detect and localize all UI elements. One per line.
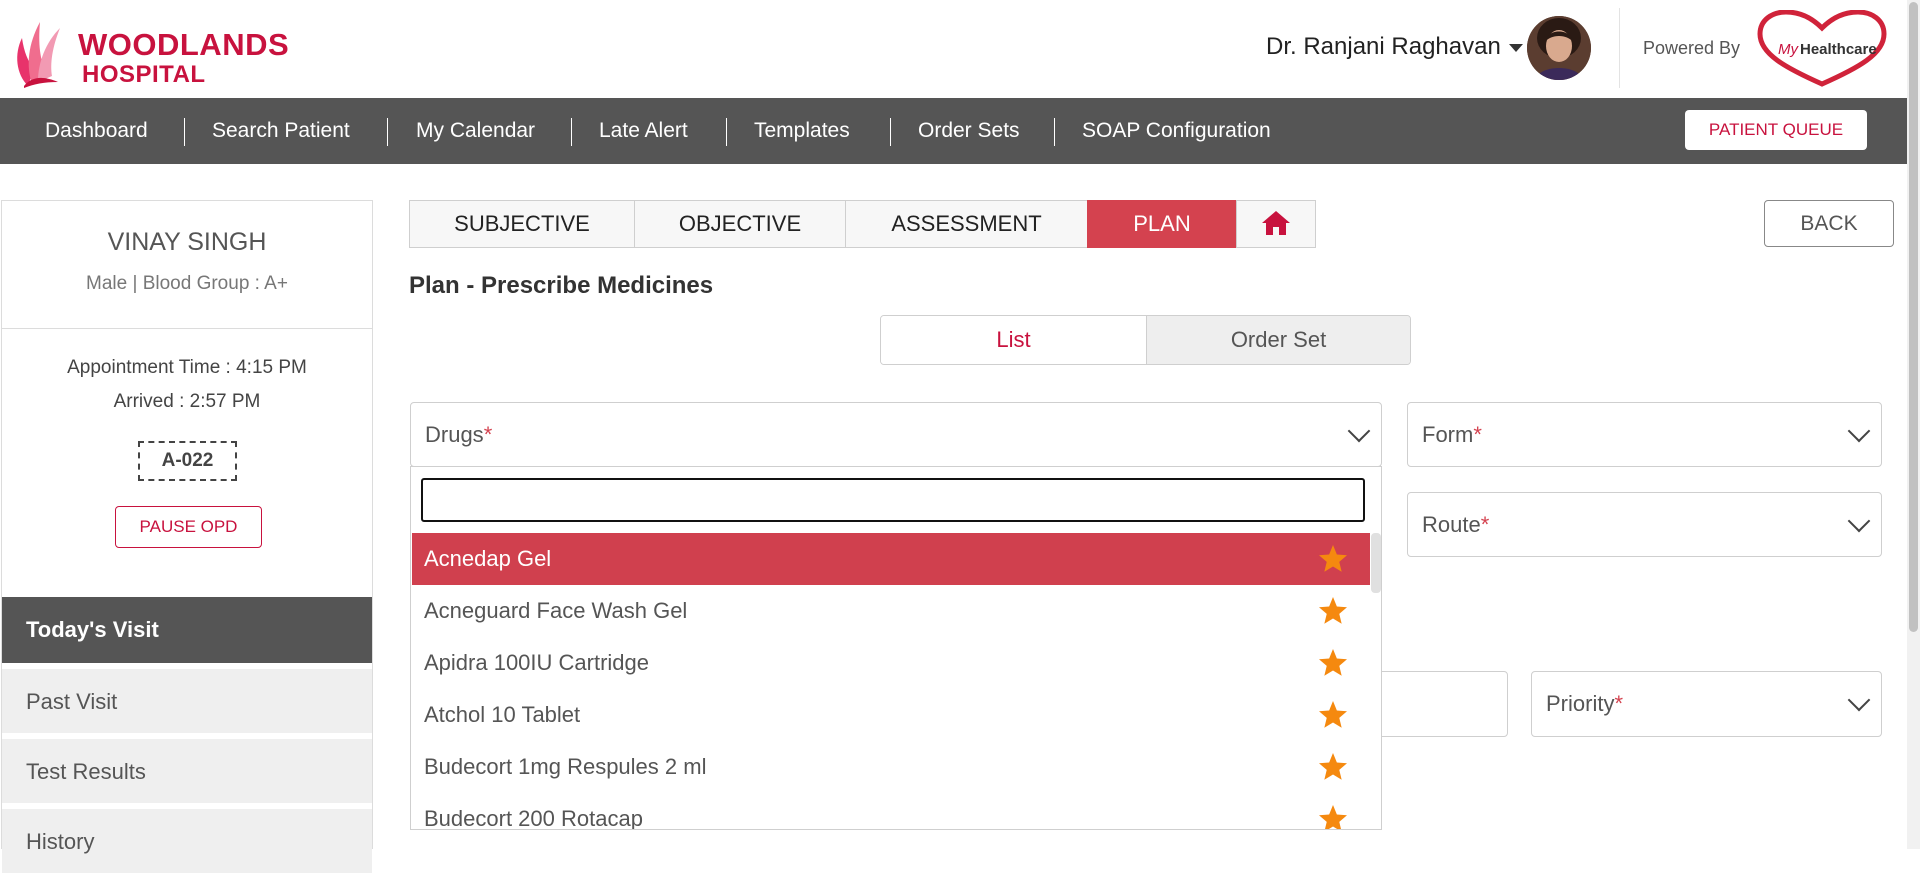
priority-label: Priority*	[1546, 691, 1623, 717]
tab-home[interactable]	[1236, 200, 1316, 248]
header-divider	[1619, 8, 1620, 88]
back-button[interactable]: BACK	[1764, 200, 1894, 247]
dropdown-item-budecort-rotacap[interactable]: Budecort 200 Rotacap	[412, 793, 1370, 830]
route-select[interactable]: Route*	[1407, 492, 1882, 557]
required-mark: *	[1480, 512, 1490, 537]
required-mark: *	[1614, 691, 1624, 716]
list-orderset-toggle: List Order Set	[880, 315, 1411, 365]
chevron-down-icon	[1847, 509, 1871, 533]
patient-panel: VINAY SINGH Male | Blood Group : A+ Appo…	[1, 200, 373, 873]
star-icon[interactable]	[1317, 595, 1349, 627]
dropdown-item-acneguard[interactable]: Acneguard Face Wash Gel	[412, 585, 1370, 637]
doctor-menu[interactable]: Dr. Ranjani Raghavan	[1266, 30, 1523, 64]
nav-separator	[387, 118, 388, 146]
dropdown-item-label: Budecort 200 Rotacap	[424, 806, 643, 830]
logo-line1: WOODLANDS	[78, 27, 290, 62]
patient-name: VINAY SINGH	[107, 228, 267, 256]
dropdown-item-budecort-respules[interactable]: Budecort 1mg Respules 2 ml	[412, 741, 1370, 793]
patient-info: Male | Blood Group : A+	[86, 273, 288, 294]
tab-objective[interactable]: OBJECTIVE	[634, 200, 846, 248]
dropdown-item-atchol[interactable]: Atchol 10 Tablet	[412, 689, 1370, 741]
svg-text:My: My	[1778, 41, 1799, 58]
patient-queue-button[interactable]: PATIENT QUEUE	[1685, 110, 1867, 150]
pause-opd-button[interactable]: PAUSE OPD	[115, 506, 262, 548]
nav-separator	[571, 118, 572, 146]
home-icon	[1262, 211, 1290, 236]
arrived-time: Arrived : 2:57 PM	[113, 391, 261, 412]
nav-search-patient[interactable]: Search Patient	[212, 119, 350, 143]
dropdown-item-acnedap-gel[interactable]: Acnedap Gel	[412, 533, 1370, 585]
page-title: Plan - Prescribe Medicines	[409, 272, 714, 299]
chevron-down-icon	[1847, 688, 1871, 712]
nav-separator	[726, 118, 727, 146]
hospital-logo-mark-icon	[17, 22, 60, 88]
soap-tabs: SUBJECTIVE OBJECTIVE ASSESSMENT PLAN	[409, 200, 1316, 248]
drugs-select[interactable]: Drugs*	[410, 402, 1382, 467]
doctor-name: Dr. Ranjani Raghavan	[1266, 33, 1501, 60]
hospital-logo[interactable]: WOODLANDS HOSPITAL	[14, 12, 314, 90]
visit-menu-todays-visit[interactable]: Today's Visit	[2, 597, 372, 663]
dropdown-item-label: Acnedap Gel	[424, 546, 552, 571]
nav-my-calendar[interactable]: My Calendar	[416, 119, 535, 143]
logo-line2: HOSPITAL	[82, 61, 206, 88]
appointment-time: Appointment Time : 4:15 PM	[67, 357, 307, 378]
dropdown-item-apidra[interactable]: Apidra 100IU Cartridge	[412, 637, 1370, 689]
star-icon[interactable]	[1317, 647, 1349, 679]
required-mark: *	[1473, 422, 1482, 447]
visit-menu-test-results[interactable]: Test Results	[2, 737, 372, 803]
nav-separator	[184, 118, 185, 146]
dropdown-item-label: Apidra 100IU Cartridge	[424, 650, 650, 675]
tab-subjective[interactable]: SUBJECTIVE	[409, 200, 635, 248]
page-scrollbar-thumb[interactable]	[1909, 2, 1918, 632]
main-nav: Dashboard Search Patient My Calendar Lat…	[0, 98, 1920, 164]
drugs-label-text: Drugs	[425, 422, 484, 447]
star-icon[interactable]	[1317, 543, 1349, 575]
route-label: Route*	[1422, 512, 1489, 538]
visit-menu-history[interactable]: History	[2, 807, 372, 873]
priority-label-text: Priority	[1546, 691, 1615, 716]
drugs-dropdown: Acnedap Gel Acneguard Face Wash Gel Apid…	[410, 466, 1382, 830]
panel-divider	[2, 328, 372, 329]
form-label: Form*	[1422, 422, 1482, 448]
caret-down-icon	[1508, 43, 1523, 52]
nav-soap-configuration[interactable]: SOAP Configuration	[1082, 119, 1271, 143]
nav-late-alert[interactable]: Late Alert	[599, 119, 688, 143]
nav-separator	[890, 118, 891, 146]
star-icon[interactable]	[1317, 699, 1349, 731]
toggle-list[interactable]: List	[881, 316, 1146, 364]
visit-menu-past-visit[interactable]: Past Visit	[2, 667, 372, 733]
route-label-text: Route	[1422, 512, 1481, 537]
tab-assessment[interactable]: ASSESSMENT	[845, 200, 1088, 248]
page-scrollbar[interactable]	[1907, 0, 1920, 849]
token-badge: A-022	[138, 441, 237, 481]
nav-templates[interactable]: Templates	[754, 119, 850, 143]
dropdown-item-label: Atchol 10 Tablet	[424, 702, 581, 727]
dropdown-item-label: Budecort 1mg Respules 2 ml	[424, 754, 707, 779]
tab-plan[interactable]: PLAN	[1087, 200, 1237, 248]
drugs-label: Drugs*	[425, 422, 492, 448]
required-mark: *	[483, 422, 493, 447]
svg-text:Healthcare: Healthcare	[1800, 41, 1877, 58]
chevron-down-icon	[1847, 419, 1871, 443]
nav-order-sets[interactable]: Order Sets	[918, 119, 1020, 143]
nav-separator	[1054, 118, 1055, 146]
nav-dashboard[interactable]: Dashboard	[45, 119, 148, 143]
chevron-down-icon	[1347, 419, 1371, 443]
avatar[interactable]	[1527, 16, 1591, 80]
dropdown-item-label: Acneguard Face Wash Gel	[424, 598, 688, 623]
drugs-search-input[interactable]	[421, 478, 1365, 522]
myhealthcare-logo[interactable]: My Healthcare	[1756, 10, 1888, 88]
star-icon[interactable]	[1317, 803, 1349, 830]
form-select[interactable]: Form*	[1407, 402, 1882, 467]
dropdown-scrollbar[interactable]	[1371, 533, 1381, 593]
toggle-order-set[interactable]: Order Set	[1146, 316, 1410, 364]
avatar-image-icon	[1527, 16, 1591, 80]
header: WOODLANDS HOSPITAL Dr. Ranjani Raghavan …	[0, 0, 1920, 98]
form-label-text: Form	[1422, 422, 1474, 447]
star-icon[interactable]	[1317, 751, 1349, 783]
priority-select[interactable]: Priority*	[1531, 671, 1882, 737]
powered-by-text: Powered By	[1643, 38, 1741, 58]
